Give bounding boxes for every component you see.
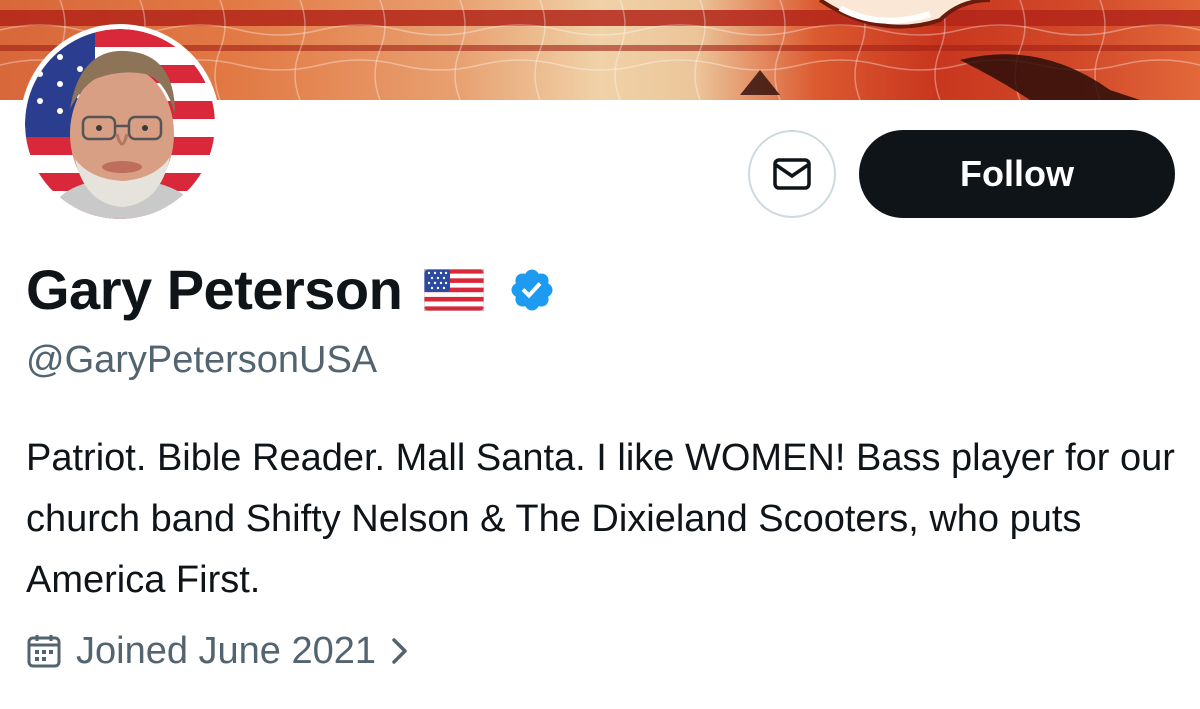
chevron-right-icon — [390, 636, 410, 666]
avatar-photo — [25, 29, 215, 219]
calendar-icon — [26, 633, 62, 669]
envelope-icon — [773, 158, 811, 190]
us-flag-emoji — [424, 269, 485, 311]
joined-date-text: Joined June 2021 — [76, 629, 377, 672]
joined-date-row[interactable]: Joined June 2021 — [26, 626, 410, 676]
name-row: Gary Peterson — [26, 252, 556, 328]
verified-badge-icon[interactable] — [508, 266, 556, 314]
display-name: Gary Peterson — [26, 258, 403, 321]
profile-avatar[interactable] — [20, 24, 220, 224]
user-handle: @GaryPetersonUSA — [26, 339, 378, 381]
follow-button[interactable]: Follow — [859, 130, 1175, 218]
message-button[interactable] — [748, 130, 836, 218]
profile-bio: Patriot. Bible Reader. Mall Santa. I lik… — [26, 437, 1175, 601]
